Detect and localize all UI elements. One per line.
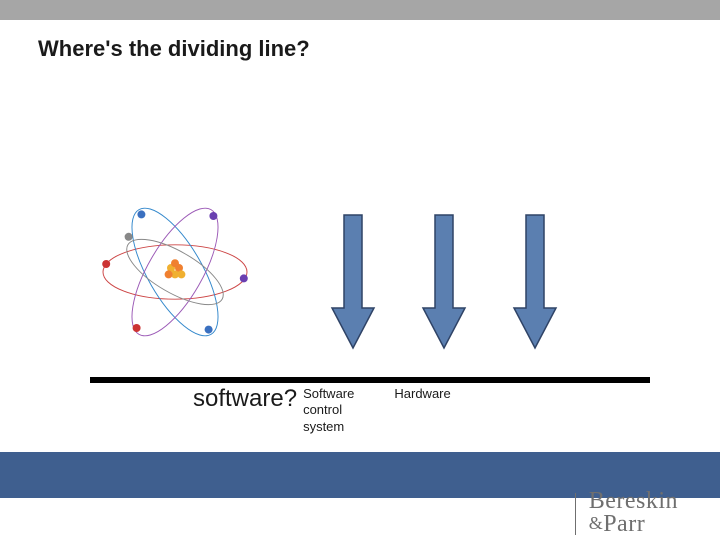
software-question-label: software? (193, 386, 297, 412)
label-text: Software (303, 386, 354, 402)
arrow-group (330, 212, 558, 352)
slide-title: Where's the dividing line? (0, 20, 720, 62)
brand-amp: & (589, 513, 604, 533)
content-area: software? Software control system Hardwa… (0, 62, 720, 457)
brand-rule (575, 493, 577, 535)
footer: Bereskin &Parr (0, 452, 720, 540)
software-control-system-label: Software control system (303, 386, 354, 435)
hardware-label: Hardware (394, 386, 450, 402)
divider-line (90, 377, 650, 383)
label-text: control (303, 402, 354, 418)
brand-logo: Bereskin &Parr (589, 490, 678, 536)
label-text: system (303, 419, 354, 435)
down-arrow-icon (512, 212, 558, 352)
brand-line2: &Parr (589, 513, 678, 536)
down-arrow-icon (421, 212, 467, 352)
down-arrow-icon (330, 212, 376, 352)
brand-rest: Parr (603, 511, 645, 537)
atom-diagram (95, 192, 255, 352)
top-bar (0, 0, 720, 20)
label-row: software? Software control system Hardwa… (193, 386, 451, 435)
brand-line1: Bereskin (589, 490, 678, 513)
